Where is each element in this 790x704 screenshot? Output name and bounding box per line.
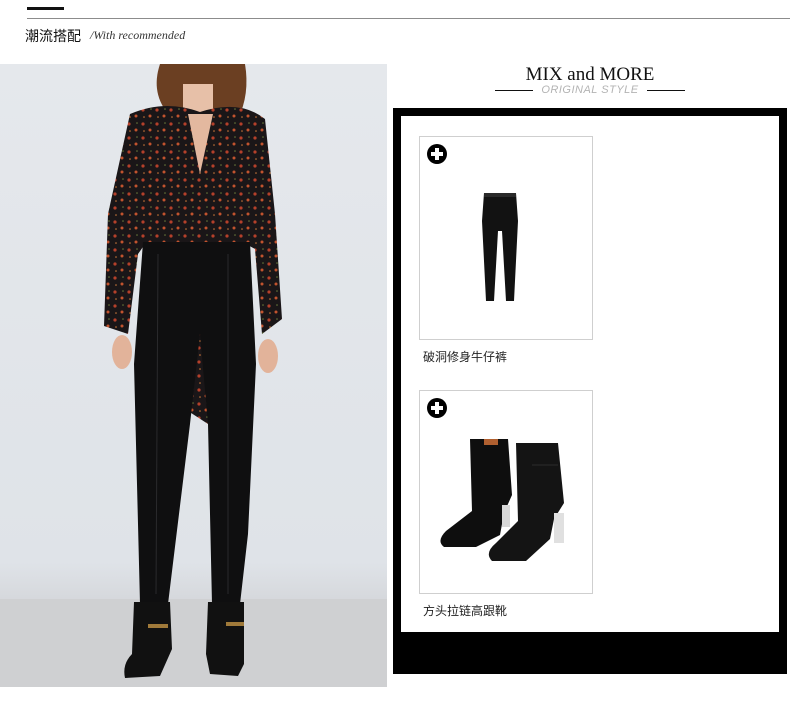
product-name-jeans[interactable]: 破洞修身牛仔裤 xyxy=(423,348,507,365)
model-photo xyxy=(0,64,387,687)
ankle-boots-icon xyxy=(440,439,564,561)
jeans-icon xyxy=(482,193,518,301)
product-card-boots[interactable] xyxy=(419,390,593,594)
subtitle-rule-right xyxy=(647,90,685,91)
mix-subtitle-row: ORIGINAL STYLE xyxy=(495,84,685,98)
mix-and-more-title: MIX and MORE xyxy=(525,64,655,85)
plus-circle-icon[interactable] xyxy=(426,143,448,165)
product-card-jeans[interactable] xyxy=(419,136,593,340)
header-accent-bar xyxy=(27,7,64,10)
product-name-boots[interactable]: 方头拉链高跟靴 xyxy=(423,602,507,619)
header-divider xyxy=(27,18,790,19)
section-subtitle: /With recommended xyxy=(90,28,186,42)
section-title: 潮流搭配 xyxy=(25,29,81,45)
plus-circle-icon[interactable] xyxy=(426,397,448,419)
